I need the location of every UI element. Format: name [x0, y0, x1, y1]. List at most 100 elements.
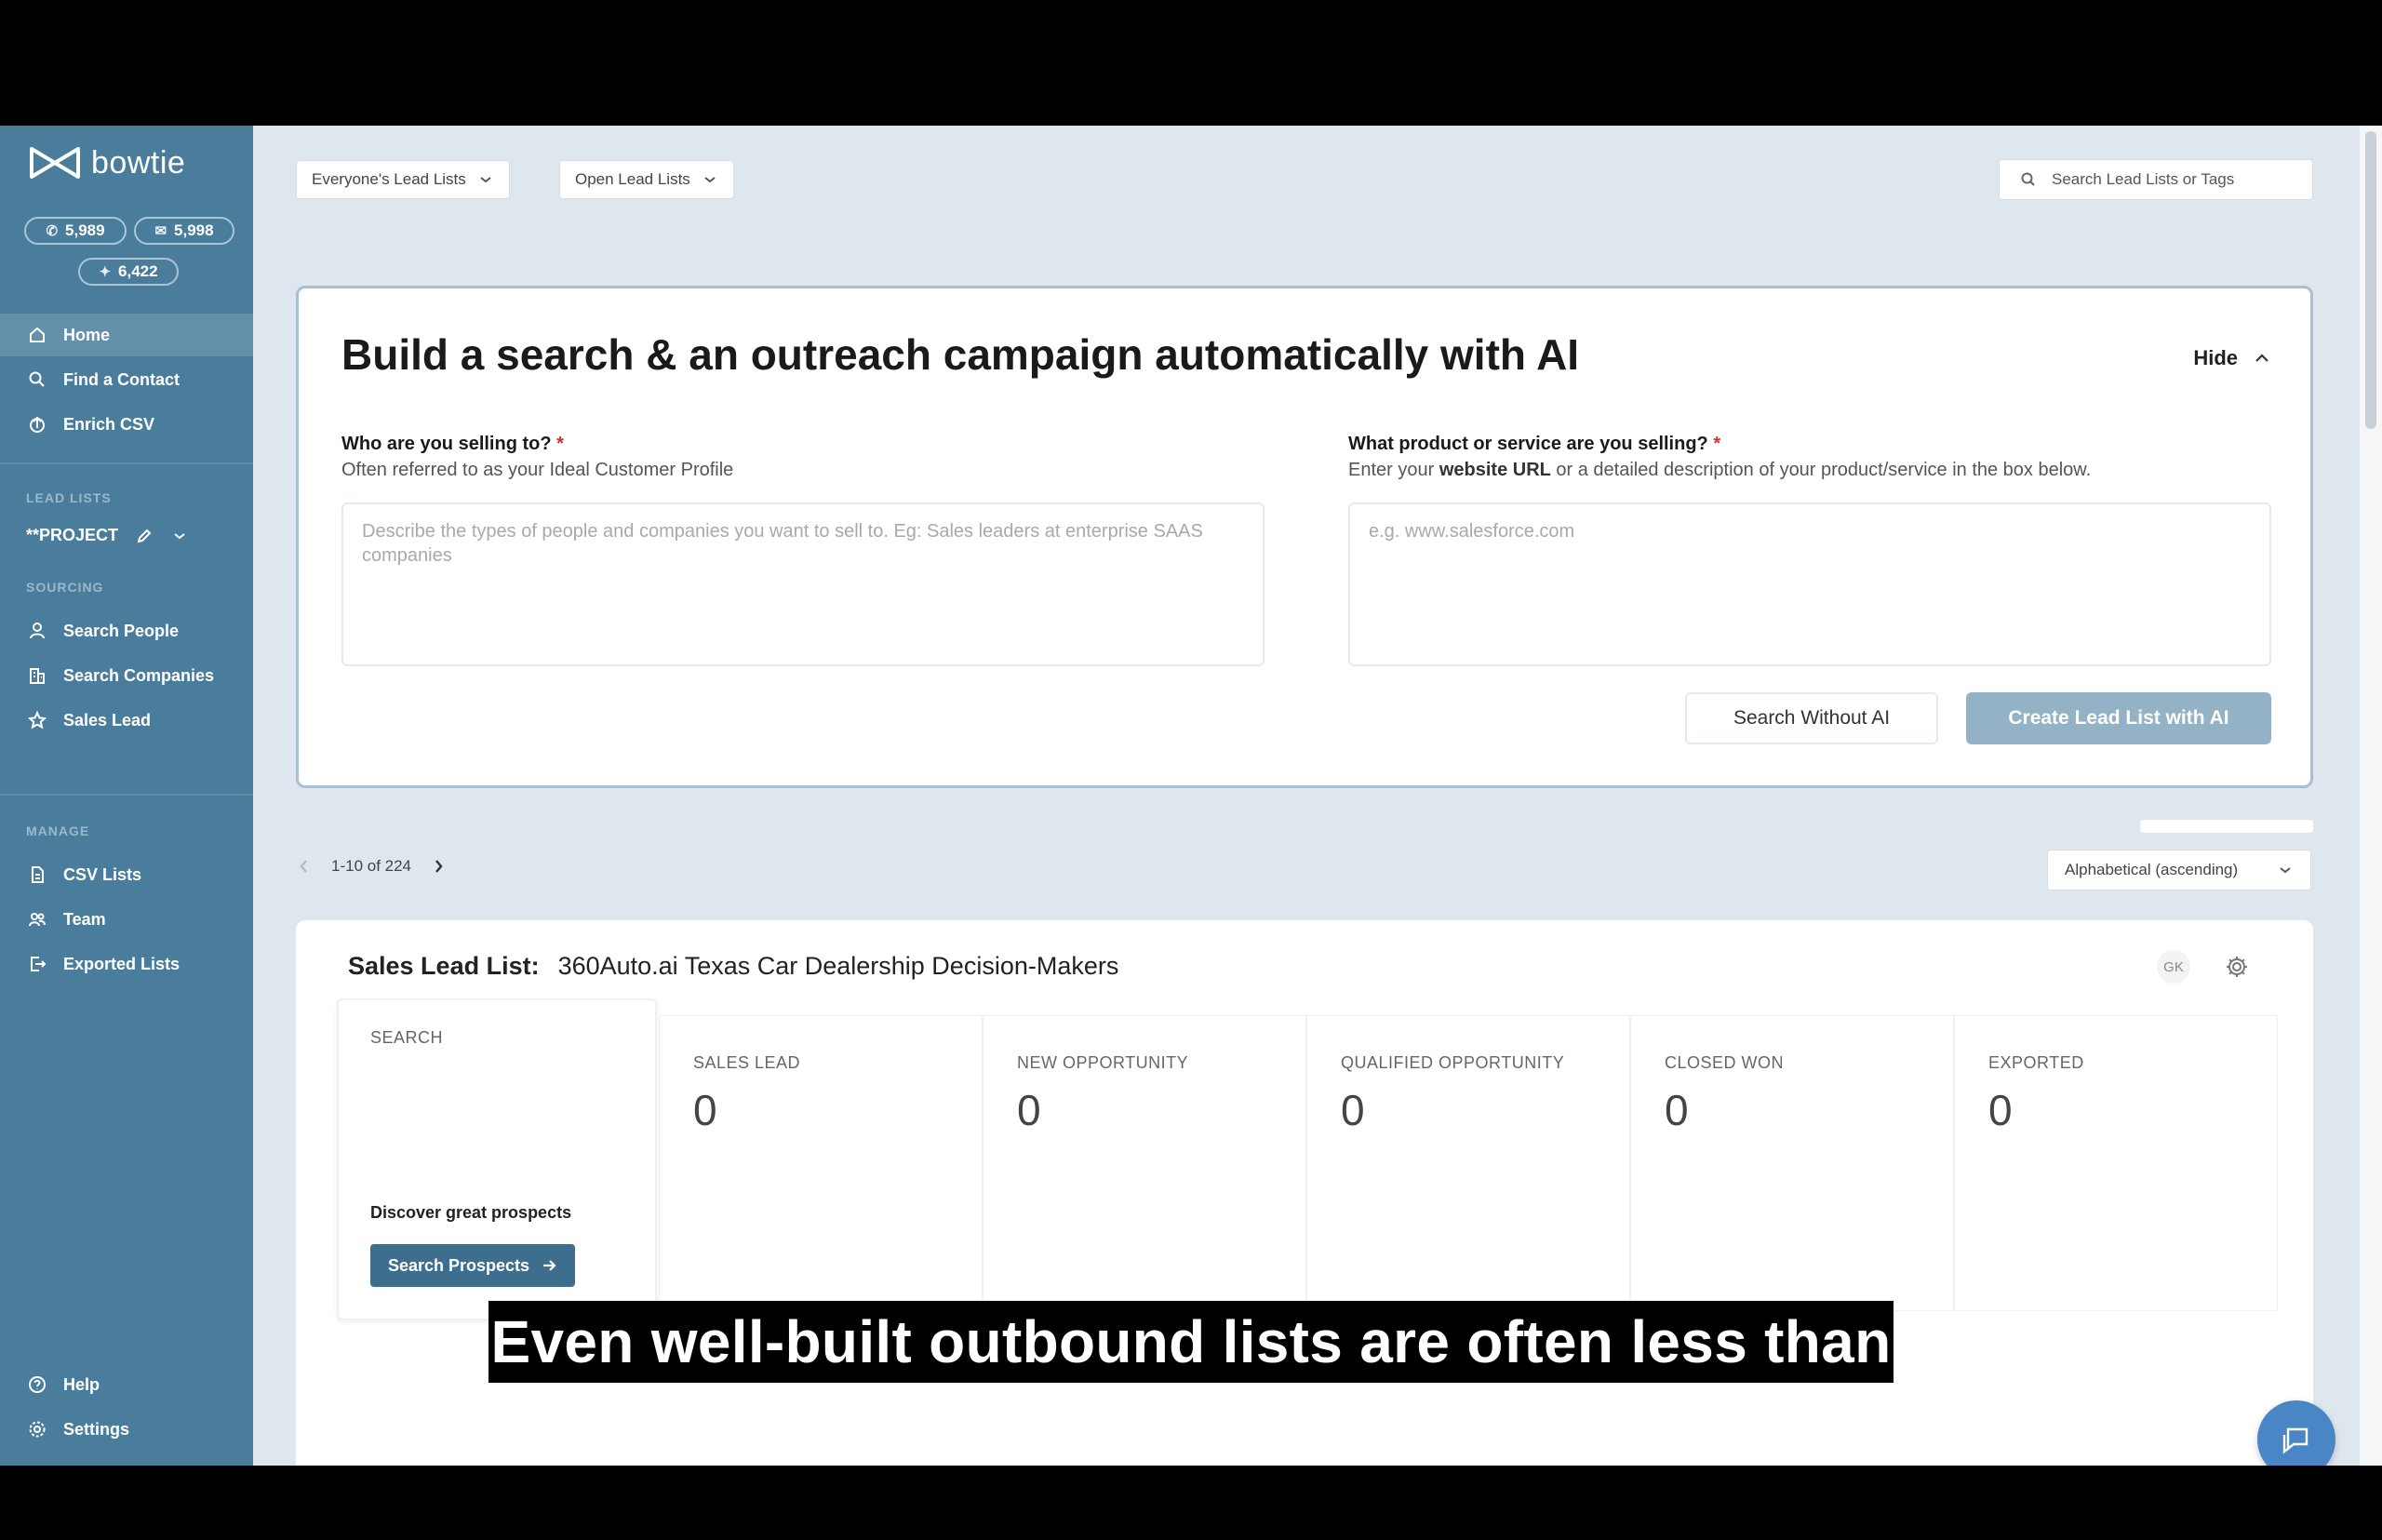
sidebar-divider	[0, 794, 253, 796]
ai-campaign-builder-card: Build a search & an outreach campaign au…	[296, 286, 2313, 788]
lead-list-status-filter[interactable]: Open Lead Lists	[559, 160, 734, 199]
manage-section-label: MANAGE	[26, 824, 90, 838]
sidebar-item-csv-lists[interactable]: CSV Lists	[0, 853, 253, 896]
sidebar-item-label: Home	[63, 325, 111, 344]
sidebar-item-find-contact[interactable]: Find a Contact	[0, 358, 253, 401]
video-letterbox-top	[0, 0, 2382, 126]
sidebar-divider	[0, 462, 253, 464]
search-prospects-label: Search Prospects	[387, 1255, 530, 1275]
gear-icon[interactable]	[2224, 954, 2250, 980]
pagination: 1-10 of 224	[296, 857, 447, 876]
lead-list-title[interactable]: Sales Lead List: 360Auto.ai Texas Car Dea…	[348, 952, 1118, 981]
chevron-down-icon	[480, 177, 491, 183]
sidebar-item-enrich-csv[interactable]: Enrich CSV	[0, 403, 253, 446]
sidebar-item-label: Search Companies	[63, 665, 215, 685]
stage-label: EXPORTED	[1988, 1053, 2084, 1072]
product-hint-suffix: or a detailed description of your produc…	[1550, 460, 2092, 480]
stage-count: 0	[693, 1086, 717, 1134]
stage-label: QUALIFIED OPPORTUNITY	[1341, 1053, 1565, 1072]
sidebar-item-exported-lists[interactable]: Exported Lists	[0, 943, 253, 985]
lead-list-type-label: Sales Lead List:	[348, 952, 540, 980]
ai-card-title: Build a search & an outreach campaign au…	[341, 330, 1580, 379]
lead-list-owner-filter[interactable]: Everyone's Lead Lists	[296, 160, 510, 199]
email-icon: ✉	[154, 223, 167, 239]
stage-qualified-opportunity[interactable]: QUALIFIED OPPORTUNITY 0	[1306, 1015, 1630, 1311]
hide-label: Hide	[2193, 346, 2238, 369]
stage-sales-lead[interactable]: SALES LEAD 0	[659, 1015, 983, 1311]
icp-textarea[interactable]: Describe the types of people and compani…	[341, 502, 1265, 666]
scroll-artifact	[2140, 820, 2313, 833]
sort-value: Alphabetical (ascending)	[2065, 861, 2239, 878]
pencil-icon[interactable]	[135, 527, 154, 545]
pagination-range: 1-10 of 224	[331, 857, 412, 875]
search-without-ai-button[interactable]: Search Without AI	[1685, 692, 1938, 744]
sidebar-item-team[interactable]: Team	[0, 898, 253, 941]
file-icon	[32, 866, 44, 883]
discover-text: Discover great prospects	[370, 1203, 572, 1222]
sidebar-item-label: Help	[63, 1374, 100, 1394]
sidebar-item-search-companies[interactable]: Search Companies	[0, 654, 253, 697]
chat-support-button[interactable]	[2257, 1400, 2335, 1466]
brand-logo[interactable]: bowtie	[28, 142, 185, 183]
sourcing-section-label: SOURCING	[26, 580, 104, 595]
chevron-down-icon	[2280, 867, 2291, 874]
stage-closed-won[interactable]: CLOSED WON 0	[1630, 1015, 1954, 1311]
create-lead-list-with-ai-button[interactable]: Create Lead List with AI	[1966, 692, 2271, 744]
project-selector[interactable]: **PROJECT	[26, 526, 189, 545]
settings-icon	[29, 1421, 46, 1438]
search-lead-lists-input[interactable]: Search Lead Lists or Tags	[1999, 159, 2313, 200]
phone-credits-value: 5,989	[65, 221, 105, 239]
filter-owner-value: Everyone's Lead Lists	[312, 170, 466, 188]
email-credits-value: 5,998	[174, 221, 214, 239]
app-window: bowtie ✆ 5,989 ✉ 5,998 ✦ 6,422 Home Find…	[0, 126, 2382, 1466]
search-placeholder: Search Lead Lists or Tags	[2052, 170, 2235, 188]
building-icon	[30, 668, 45, 684]
icp-hint: Often referred to as your Ideal Customer…	[341, 460, 734, 480]
chevron-left-icon[interactable]	[296, 858, 313, 875]
product-hint: Enter your website URL or a detailed des…	[1348, 460, 2091, 481]
chevron-right-icon[interactable]	[430, 858, 447, 875]
ai-credits-badge: ✦ 6,422	[78, 258, 179, 286]
video-letterbox-bottom	[0, 1466, 2382, 1540]
sidebar-item-settings[interactable]: Settings	[0, 1408, 253, 1451]
stage-label: CLOSED WON	[1665, 1053, 1785, 1072]
sidebar-item-label: Sales Lead	[63, 710, 152, 730]
person-icon	[30, 623, 45, 639]
lead-lists-section-label: LEAD LISTS	[26, 490, 112, 505]
chevron-down-icon[interactable]	[170, 527, 189, 545]
team-icon	[29, 913, 46, 927]
icp-question-label: Who are you selling to? *	[341, 434, 564, 455]
search-stage-column: SEARCH Discover great prospects Search P…	[337, 998, 657, 1320]
brand-name: bowtie	[91, 144, 186, 181]
product-hint-prefix: Enter your	[1348, 460, 1439, 480]
export-icon	[31, 957, 47, 971]
bowtie-logo-icon	[30, 147, 80, 179]
sidebar-item-label: Exported Lists	[63, 954, 181, 973]
stage-count: 0	[1017, 1086, 1041, 1134]
chevron-up-icon	[2255, 354, 2268, 362]
scrollbar-thumb[interactable]	[2365, 131, 2376, 429]
star-icon	[28, 711, 47, 730]
sidebar-item-help[interactable]: Help	[0, 1363, 253, 1406]
upload-icon	[30, 416, 45, 433]
sidebar-item-sales-lead[interactable]: Sales Lead	[0, 699, 253, 742]
chevron-down-icon	[704, 177, 716, 183]
sidebar-item-search-people[interactable]: Search People	[0, 609, 253, 652]
product-textarea[interactable]: e.g. www.salesforce.com	[1348, 502, 2271, 666]
hide-button[interactable]: Hide	[2193, 346, 2271, 370]
stage-exported[interactable]: EXPORTED 0	[1954, 1015, 2278, 1311]
stage-new-opportunity[interactable]: NEW OPPORTUNITY 0	[983, 1015, 1306, 1311]
sidebar-item-home[interactable]: Home	[0, 314, 253, 356]
owner-avatar[interactable]: GK	[2157, 950, 2190, 984]
project-name: **PROJECT	[26, 526, 119, 544]
help-icon	[29, 1376, 46, 1393]
search-icon	[2021, 172, 2035, 186]
stage-label: SALES LEAD	[693, 1053, 801, 1072]
search-prospects-button[interactable]: Search Prospects	[370, 1244, 575, 1287]
sparkle-icon: ✦	[99, 264, 112, 280]
required-marker: *	[556, 434, 564, 454]
sort-select[interactable]: Alphabetical (ascending)	[2047, 850, 2311, 891]
sales-lead-list-card-next	[296, 1425, 2313, 1466]
stage-count: 0	[1665, 1086, 1689, 1134]
search-stage-label: SEARCH	[370, 1028, 444, 1047]
